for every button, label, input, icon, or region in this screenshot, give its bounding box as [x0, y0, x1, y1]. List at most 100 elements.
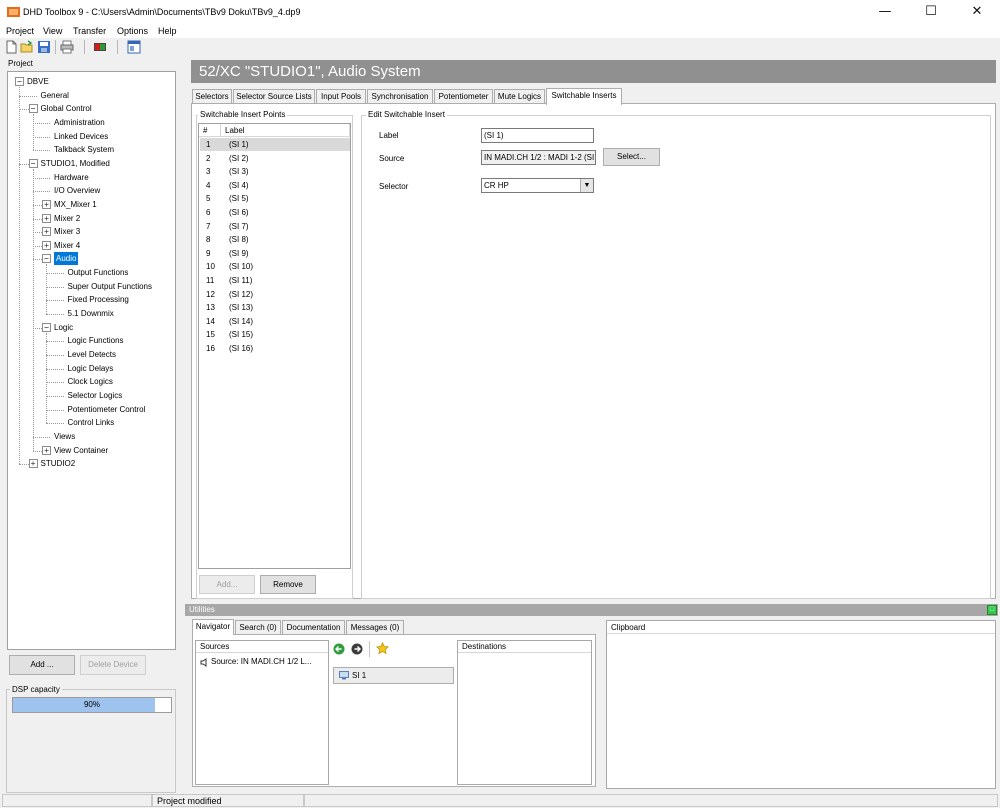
menu-options[interactable]: Options [117, 26, 148, 36]
tree-node[interactable]: Linked Devices [54, 130, 108, 143]
menu-view[interactable]: View [43, 26, 62, 36]
list-item[interactable]: 1 (SI 1) [200, 138, 350, 151]
tree-node[interactable]: Logic Functions [68, 334, 124, 347]
tree-node[interactable]: Control Links [68, 416, 115, 429]
tree-node[interactable]: View Container [54, 444, 108, 457]
tree-node[interactable]: Output Functions [68, 266, 129, 279]
tree-node[interactable]: Mixer 4 [54, 239, 80, 252]
tree-node[interactable]: Super Output Functions [68, 280, 153, 293]
tree-node[interactable]: STUDIO2 [41, 457, 76, 470]
tree-node[interactable]: Mixer 2 [54, 212, 80, 225]
list-item[interactable]: 14 (SI 14) [200, 315, 350, 328]
minimize-button[interactable]: — [862, 0, 908, 24]
tree-node[interactable]: STUDIO1, Modified [41, 157, 110, 170]
forward-arrow-icon[interactable] [351, 643, 363, 655]
tree-node[interactable]: Potentiometer Control [68, 403, 146, 416]
tree-node[interactable]: Talkback System [54, 143, 114, 156]
tree-node[interactable]: Views [54, 430, 75, 443]
add-device-button[interactable]: Add ... [9, 655, 75, 675]
tree-node[interactable]: Level Detects [68, 348, 116, 361]
label-input[interactable]: (SI 1) [481, 128, 594, 143]
list-item[interactable]: 16 (SI 16) [200, 342, 350, 355]
print-icon[interactable] [60, 40, 74, 54]
clipboard-pane[interactable]: Clipboard [606, 620, 996, 789]
tab-synchronisation[interactable]: Synchronisation [367, 89, 433, 104]
tab-documentation[interactable]: Documentation [282, 620, 345, 635]
tab-selector-source-lists[interactable]: Selector Source Lists [233, 89, 315, 104]
tree-node[interactable]: Global Control [41, 102, 92, 115]
expand-icon[interactable]: + [42, 240, 51, 250]
list-item[interactable]: 13 (SI 13) [200, 301, 350, 314]
collapse-icon[interactable]: − [28, 104, 38, 114]
close-button[interactable]: ✕ [954, 0, 1000, 24]
list-item[interactable]: 10 (SI 10) [200, 260, 350, 273]
menu-project[interactable]: Project [6, 26, 34, 36]
project-tree[interactable]: DBVE − General Global Control − Administratio… [7, 71, 176, 650]
tree-node[interactable]: Fixed Processing [68, 293, 129, 306]
tab-navigator[interactable]: Navigator [192, 619, 234, 635]
tree-node[interactable]: General [41, 89, 69, 102]
list-item[interactable]: 11 (SI 11) [200, 274, 350, 287]
menu-transfer[interactable]: Transfer [73, 26, 106, 36]
list-item[interactable]: 2 (SI 2) [200, 152, 350, 165]
list-item[interactable]: 5 (SI 5) [200, 192, 350, 205]
list-header-label[interactable]: Label [221, 124, 350, 137]
tree-node[interactable]: DBVE [27, 75, 49, 88]
tab-mute-logics[interactable]: Mute Logics [494, 89, 545, 104]
list-item[interactable]: 15 (SI 15) [200, 328, 350, 341]
select-source-button[interactable]: Select... [603, 148, 660, 166]
tree-node[interactable]: Mixer 3 [54, 225, 80, 238]
new-file-icon[interactable] [4, 40, 18, 54]
expand-icon[interactable]: + [42, 213, 51, 223]
selector-combo[interactable]: CR HP ▼ [481, 178, 594, 193]
expand-icon[interactable]: + [42, 445, 51, 455]
expand-icon[interactable]: + [42, 199, 51, 209]
collapse-icon[interactable]: − [15, 77, 24, 86]
tab-potentiometer[interactable]: Potentiometer [434, 89, 493, 104]
tab-selectors[interactable]: Selectors [192, 89, 232, 104]
tree-node[interactable]: 5.1 Downmix [68, 307, 114, 320]
window-icon[interactable] [127, 40, 141, 54]
back-arrow-icon[interactable] [333, 643, 345, 655]
collapse-icon[interactable]: − [42, 322, 51, 332]
expand-icon[interactable]: + [42, 227, 51, 237]
expand-icon[interactable]: + [28, 459, 38, 469]
tree-node[interactable]: Selector Logics [68, 389, 123, 402]
collapse-icon[interactable]: − [42, 254, 51, 264]
list-item[interactable]: 6 (SI 6) [200, 206, 350, 219]
list-item[interactable]: 8 (SI 8) [200, 233, 350, 246]
list-item[interactable]: 12 (SI 12) [200, 288, 350, 301]
maximize-icon[interactable]: □ [987, 605, 997, 615]
tree-node[interactable]: I/O Overview [54, 184, 100, 197]
tree-node[interactable]: Logic [54, 321, 73, 334]
open-folder-icon[interactable] [20, 40, 34, 54]
star-icon[interactable] [376, 642, 389, 655]
tab-input-pools[interactable]: Input Pools [316, 89, 366, 104]
destinations-pane[interactable]: Destinations [457, 640, 592, 785]
tab-switchable-inserts[interactable]: Switchable Inserts [546, 88, 622, 105]
tree-node[interactable]: Clock Logics [68, 375, 113, 388]
source-item[interactable]: Source: IN MADI.CH 1/2 L... [211, 657, 311, 666]
collapse-icon[interactable]: − [28, 158, 38, 168]
list-item[interactable]: 4 (SI 4) [200, 179, 350, 192]
menu-help[interactable]: Help [158, 26, 177, 36]
tree-node[interactable]: Hardware [54, 171, 89, 184]
tree-node[interactable]: Logic Delays [68, 362, 114, 375]
save-icon[interactable] [37, 40, 51, 54]
chevron-down-icon[interactable]: ▼ [580, 179, 593, 192]
tree-node[interactable]: Administration [54, 116, 105, 129]
list-item[interactable]: 7 (SI 7) [200, 220, 350, 233]
remove-insert-button[interactable]: Remove [260, 575, 316, 594]
list-item[interactable]: 9 (SI 9) [200, 247, 350, 260]
tab-messages[interactable]: Messages (0) [346, 620, 404, 635]
device-icon[interactable] [93, 40, 107, 54]
tab-search[interactable]: Search (0) [235, 620, 281, 635]
tree-node[interactable]: Audio [54, 252, 79, 266]
insert-points-list[interactable]: # Label 1 (SI 1) 2 (SI 2) 3 (SI 3) 4 (SI 4) 5 (SI… [198, 123, 351, 569]
tree-node[interactable]: MX_Mixer 1 [54, 198, 97, 211]
assigned-insert-button[interactable]: SI 1 [333, 667, 454, 684]
maximize-button[interactable]: ☐ [908, 0, 954, 24]
list-item[interactable]: 3 (SI 3) [200, 165, 350, 178]
sources-pane[interactable]: Sources Source: IN MADI.CH 1/2 L... [195, 640, 329, 785]
list-header-num[interactable]: # [199, 124, 221, 137]
